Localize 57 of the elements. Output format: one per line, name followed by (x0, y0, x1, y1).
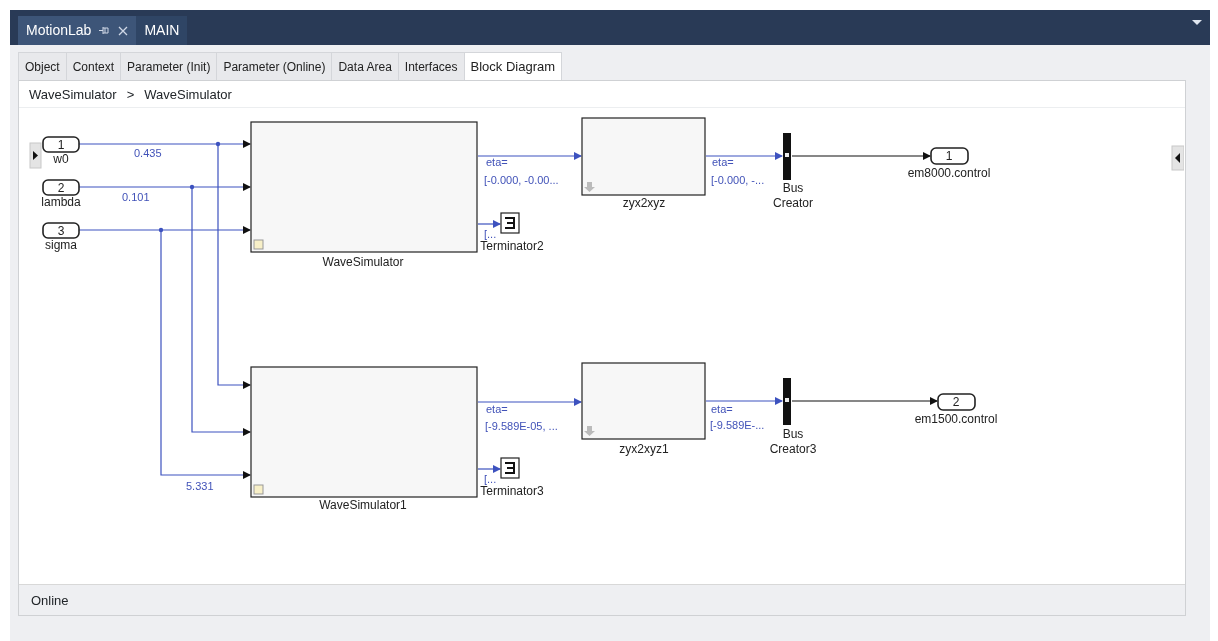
signal-name: eta= (486, 156, 508, 168)
down-arrow-icon (584, 182, 595, 192)
mask-icon (253, 239, 264, 250)
editor-tab[interactable]: Parameter (Init) (120, 52, 218, 80)
block-label: Terminator3 (480, 484, 544, 498)
breadcrumb-separator: > (126, 86, 135, 103)
port-label: em1500.control (914, 412, 998, 426)
signal-line (477, 220, 501, 228)
breadcrumb-item[interactable]: WaveSimulator (29, 85, 117, 103)
breadcrumb-item[interactable]: WaveSimulator (144, 85, 232, 103)
signal-value: [-0.000, -0.00... (484, 174, 559, 186)
block-label: zyx2xyz1 (619, 442, 669, 456)
block-label: WaveSimulator (322, 255, 404, 269)
collapse-button[interactable] (1171, 145, 1184, 171)
signal-value: [... (484, 473, 497, 485)
outport-block: 1 (930, 147, 969, 165)
expand-button[interactable] (29, 142, 42, 169)
editor-tab[interactable]: Parameter (Online) (216, 52, 333, 80)
block-label: Terminator2 (480, 239, 544, 253)
status-bar: Online (19, 584, 1185, 615)
block-label: zyx2xyz (622, 196, 666, 210)
signal-name: eta= (711, 403, 733, 415)
mask-icon (253, 484, 264, 495)
close-icon[interactable] (118, 25, 129, 36)
bus-creator-block (783, 378, 791, 425)
signal-value: 5.331 (186, 480, 214, 492)
terminator-block (500, 212, 520, 234)
port-label: sigma (45, 238, 77, 252)
port-label: w0 (53, 152, 69, 166)
terminator-block (500, 457, 520, 479)
editor-tab[interactable]: Context (65, 52, 122, 80)
bus-creator-block (783, 133, 791, 180)
block-label: Bus Creator (773, 181, 813, 210)
pin-icon[interactable] (99, 26, 111, 35)
signal-value: 0.101 (122, 191, 150, 203)
inport-block: 2 (42, 179, 80, 196)
signal-name: eta= (712, 156, 734, 168)
signal-line (477, 465, 501, 473)
signal-value: [-0.000, -... (711, 174, 765, 186)
signal-value: 0.435 (134, 147, 162, 159)
inport-block: 1 (42, 136, 80, 153)
port-label: em8000.control (907, 166, 991, 180)
signal-value: [-9.589E-... (710, 419, 765, 431)
editor-tab[interactable]: Block Diagram (463, 51, 563, 80)
dropdown-icon[interactable] (1192, 20, 1202, 26)
outport-block: 2 (937, 393, 976, 411)
editor-tab[interactable]: Data Area (331, 52, 399, 80)
signal-value: [... (484, 228, 497, 240)
signal-name: eta= (486, 403, 508, 415)
port-label: lambda (41, 195, 81, 209)
editor-tab[interactable]: Interfaces (397, 52, 465, 80)
signal-value: [-9.589E-05, ... (485, 420, 558, 432)
block-label: WaveSimulator1 (319, 498, 407, 512)
down-arrow-icon (584, 426, 595, 436)
block-label: Bus Creator3 (769, 427, 817, 456)
editor-tab[interactable]: Object (18, 52, 67, 80)
inport-block: 3 (42, 222, 80, 239)
